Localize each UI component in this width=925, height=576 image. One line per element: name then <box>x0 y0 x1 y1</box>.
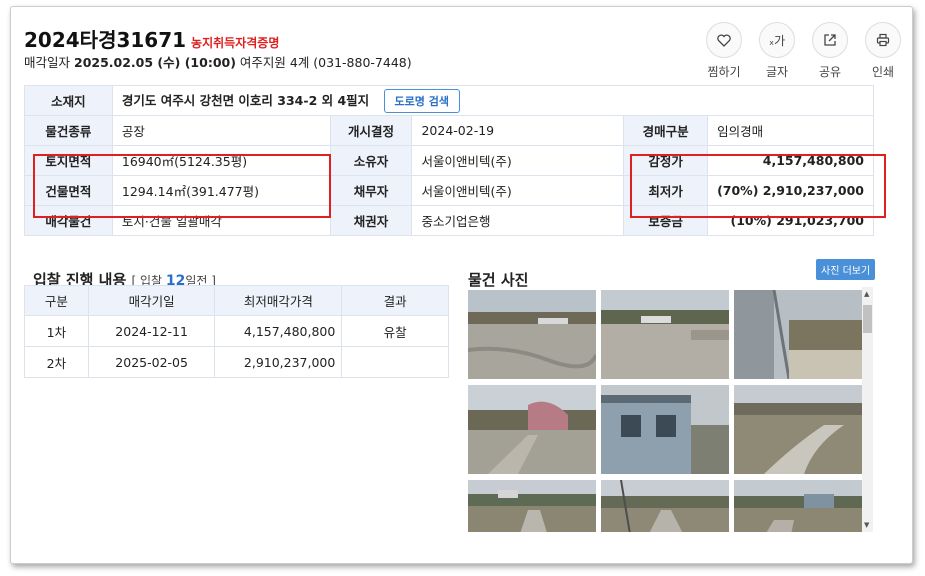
share-icon <box>812 22 848 58</box>
property-photo[interactable] <box>601 480 729 532</box>
print-icon <box>865 22 901 58</box>
debtor: 서울이앤비텍(주) <box>411 175 625 206</box>
property-photo[interactable] <box>601 290 729 379</box>
table-row: 1차 2024-12-11 4,157,480,800 유찰 <box>24 315 449 347</box>
road-address-search-button[interactable]: 도로명 검색 <box>383 88 460 113</box>
property-photo[interactable] <box>734 385 862 474</box>
scroll-up-icon[interactable]: ▲ <box>864 290 869 298</box>
result-badge: 유찰 <box>341 315 449 347</box>
creditor: 중소기업은행 <box>411 205 625 236</box>
gallery-scrollbar[interactable]: ▲ ▼ <box>862 287 873 532</box>
property-photo[interactable] <box>601 385 729 474</box>
share-button[interactable]: 공유 <box>812 22 848 80</box>
start-decision-date: 2024-02-19 <box>411 115 625 146</box>
sale-date-line: 매각일자 2025.02.05 (수) (10:00) 여주지원 4계 (031… <box>24 55 412 70</box>
print-button[interactable]: 인쇄 <box>865 22 901 80</box>
farmland-certificate-tag: 농지취득자격증명 <box>191 36 280 50</box>
price-highlight-box <box>630 154 886 218</box>
address-value: 경기도 여주시 강천면 이호리 334-2 외 4필지 <box>121 92 370 108</box>
case-number: 2024타경31671 <box>24 28 187 52</box>
sale-date-value: 2025.02.05 (수) (10:00) <box>74 55 236 70</box>
scrollbar-thumb[interactable] <box>863 305 872 333</box>
bid-history-table: 구분 매각기일 최저매각가격 결과 1차 2024-12-11 4,157,48… <box>24 285 449 378</box>
favorite-button[interactable]: 찜하기 <box>706 22 742 80</box>
property-photo[interactable] <box>734 290 862 379</box>
font-size-button[interactable]: ₓ가 글자 <box>759 22 795 80</box>
photo-gallery <box>458 282 874 532</box>
property-photo[interactable] <box>734 480 862 532</box>
court-info: 여주지원 4계 (031-880-7448) <box>239 55 412 70</box>
info-row: 물건종류 공장 개시결정 2024-02-19 경매구분 임의경매 <box>24 115 874 146</box>
address-row: 소재지 경기도 여주시 강천면 이호리 334-2 외 4필지 도로명 검색 <box>24 85 875 116</box>
area-highlight-box <box>33 154 331 218</box>
font-size-icon: ₓ가 <box>759 22 795 58</box>
property-photo[interactable] <box>468 385 596 474</box>
auction-type: 임의경매 <box>707 115 874 146</box>
property-type: 공장 <box>111 115 331 146</box>
action-bar: 찜하기 ₓ가 글자 공유 인쇄 <box>706 22 901 80</box>
heart-icon <box>706 22 742 58</box>
owner: 서울이앤비텍(주) <box>411 145 625 176</box>
more-photos-button[interactable]: 사진 더보기 <box>816 259 876 280</box>
table-header-row: 구분 매각기일 최저매각가격 결과 <box>24 285 449 316</box>
property-photo[interactable] <box>468 290 596 379</box>
case-title: 2024타경31671 농지취득자격증명 <box>24 24 279 53</box>
scroll-down-icon[interactable]: ▼ <box>864 521 869 529</box>
property-photo[interactable] <box>468 480 596 532</box>
table-row: 2차 2025-02-05 2,910,237,000 <box>24 346 449 378</box>
address-header: 소재지 <box>24 85 113 116</box>
